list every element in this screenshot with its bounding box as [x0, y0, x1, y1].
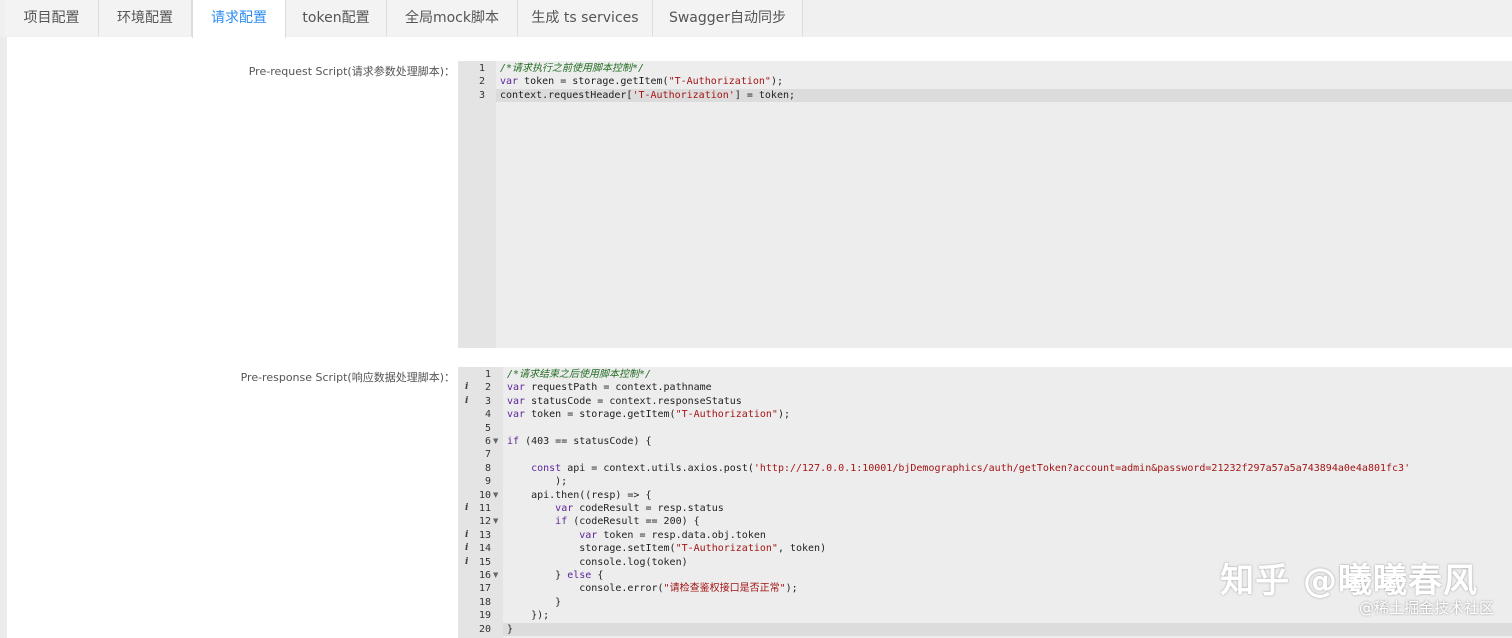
line-number: 16 [478, 570, 491, 581]
line-number: 6 [484, 436, 491, 447]
pre-request-label: Pre-request Script(请求参数处理脚本)： [248, 65, 455, 78]
info-icon[interactable]: i [465, 542, 468, 555]
tab-token-config[interactable]: token配置 [286, 0, 387, 36]
fold-toggle-icon[interactable]: ▼ [493, 489, 498, 502]
info-icon[interactable]: i [465, 381, 468, 394]
line-number-gutter: 1 2 i 3 i 4 5 6 ▼ 7 8 9 10 ▼ 11 i 12 ▼ 13 i 14 i 15 i 16 ▼ 17 18 19 2… [458, 367, 503, 638]
line-number: 3 [484, 395, 491, 407]
line-number: 13 [478, 529, 491, 541]
line-number: 5 [484, 422, 491, 434]
info-icon[interactable]: i [465, 529, 468, 542]
line-number: 1 [478, 63, 485, 74]
code-line: var requestPath = context.pathname [507, 382, 712, 394]
code-line: var token = storage.getItem("T-Authoriza… [507, 409, 790, 421]
code-line: } [503, 622, 1512, 636]
left-strip [0, 37, 7, 638]
juejin-watermark: @稀土掘金技术社区 [1358, 599, 1494, 617]
code-line: context.requestHeader['T-Authorization']… [496, 88, 1512, 103]
line-number: 8 [484, 462, 491, 474]
line-number: 3 [478, 89, 485, 101]
code-line: ); [507, 476, 568, 488]
info-icon[interactable]: i [465, 502, 468, 515]
line-number: 14 [478, 543, 491, 555]
line-number: 7 [484, 449, 491, 461]
line-number: 17 [478, 583, 491, 595]
code-line: api.then((resp) => { [507, 489, 652, 501]
fold-toggle-icon[interactable]: ▼ [493, 569, 498, 582]
code-line: var codeResult = resp.status [555, 503, 724, 514]
fold-toggle-icon[interactable]: ▼ [493, 435, 498, 448]
code-line: var statusCode = context.responseStatus [507, 395, 742, 407]
tab-project-config[interactable]: 项目配置 [5, 0, 99, 36]
line-number: 2 [478, 76, 485, 88]
line-number: 12 [478, 516, 491, 528]
zhihu-watermark: 知乎 @曦曦春风 [1220, 561, 1478, 601]
line-number: 2 [484, 382, 491, 394]
info-icon[interactable]: i [465, 556, 468, 569]
tab-environment-config[interactable]: 环境配置 [99, 0, 192, 36]
line-number: 1 [484, 369, 491, 380]
code-line: if (codeResult == 200) { [555, 516, 700, 528]
line-number: 9 [484, 476, 491, 488]
code-line: var token = storage.getItem("T-Authoriza… [500, 76, 783, 88]
line-number: 15 [478, 556, 491, 568]
line-number: 20 [478, 623, 491, 635]
tab-generate-ts-services[interactable]: 生成 ts services [518, 0, 653, 36]
tab-swagger-sync[interactable]: Swagger自动同步 [653, 0, 803, 36]
code-line: const api = context.utils.axios.post('ht… [531, 462, 1411, 474]
tab-request-config[interactable]: 请求配置 [192, 0, 286, 38]
line-number: 11 [478, 503, 491, 514]
pre-response-label: Pre-response Script(响应数据处理脚本)： [240, 371, 455, 384]
line-number: 18 [478, 596, 491, 608]
fold-toggle-icon[interactable]: ▼ [493, 515, 498, 528]
code-line: if (403 == statusCode) { [507, 436, 652, 447]
pre-request-editor[interactable]: 1 23 /*请求执行之前使用脚本控制*/ var token = storage.… [458, 61, 1512, 348]
info-icon[interactable]: i [465, 395, 468, 408]
line-number-gutter: 1 23 [458, 61, 496, 348]
code-line: /*请求执行之前使用脚本控制*/ [500, 63, 645, 74]
code-line: /*请求结束之后使用脚本控制*/ [507, 369, 652, 380]
line-number: 4 [484, 409, 491, 421]
code-area[interactable]: /*请求执行之前使用脚本控制*/ var token = storage.getI… [496, 61, 1512, 348]
line-number: 10 [478, 489, 491, 501]
line-number: 19 [478, 610, 491, 622]
tab-global-mock-script[interactable]: 全局mock脚本 [387, 0, 518, 36]
code-line: var token = resp.data.obj.token [579, 529, 766, 541]
tab-bar: 项目配置 环境配置 请求配置 token配置 全局mock脚本 生成 ts se… [0, 0, 1512, 38]
